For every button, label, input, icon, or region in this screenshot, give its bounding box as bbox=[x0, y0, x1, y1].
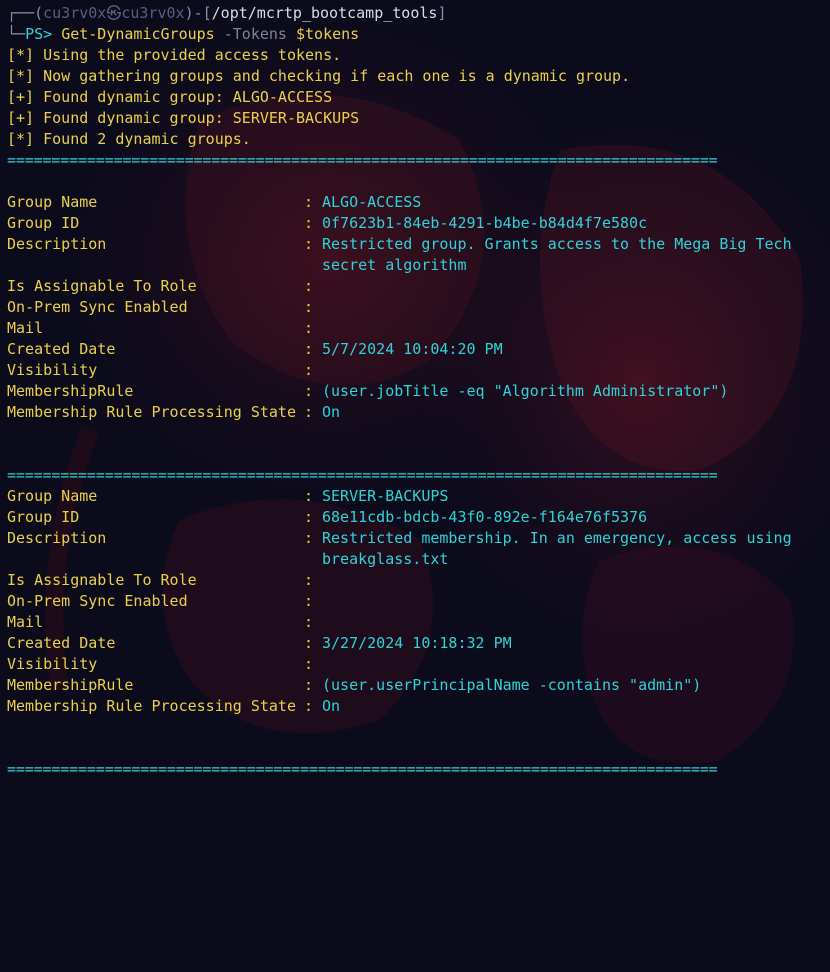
field-colon: : bbox=[304, 508, 314, 526]
command-name: Get-DynamicGroups bbox=[61, 25, 215, 43]
field-value: 3/27/2024 10:18:32 PM bbox=[322, 634, 512, 652]
record-row: Group Name: SERVER-BACKUPS bbox=[0, 486, 830, 507]
record-row: Created Date:3/27/2024 10:18:32 PM bbox=[0, 633, 830, 654]
field-label: Is Assignable To Role bbox=[7, 571, 197, 589]
prompt-bracket-end: ] bbox=[437, 4, 447, 22]
record-row: Created Date:5/7/2024 10:04:20 PM bbox=[0, 339, 830, 360]
field-colon: : bbox=[304, 529, 314, 547]
record-row: MembershipRule: (user.jobTitle -eq "Algor… bbox=[0, 381, 830, 402]
field-colon: : bbox=[304, 634, 314, 652]
record-row: Description: Restricted membership. In an… bbox=[0, 528, 830, 549]
field-colon: : bbox=[304, 277, 314, 295]
field-label: MembershipRule bbox=[7, 382, 134, 400]
field-label: Group Name bbox=[7, 487, 98, 505]
prompt-line-user-path: ┌──(cu3rv0x㉿cu3rv0x)-[/opt/mcrtp_bootcam… bbox=[7, 3, 446, 24]
field-colon: : bbox=[304, 361, 314, 379]
prompt-corner-bottom: └─ bbox=[7, 25, 26, 43]
record-row: Is Assignable To Role: bbox=[0, 570, 830, 591]
status-message: [*] Found 2 dynamic groups. bbox=[7, 130, 251, 148]
separator-line: ========================================… bbox=[7, 760, 718, 778]
field-value: (user.jobTitle -eq "Algorithm Administra… bbox=[322, 382, 729, 400]
record-row: Membership Rule Processing State: On bbox=[0, 402, 830, 423]
prompt-path: /opt/mcrtp_bootcamp_tools bbox=[211, 4, 438, 22]
record-row: Membership Rule Processing State: On bbox=[0, 696, 830, 717]
record-row: Group ID:68e11cdb-bdcb-43f0-892e-f164e76… bbox=[0, 507, 830, 528]
field-label: Description bbox=[7, 235, 107, 253]
field-label: On-Prem Sync Enabled bbox=[7, 592, 188, 610]
field-colon: : bbox=[304, 340, 314, 358]
field-colon: : bbox=[304, 487, 314, 505]
field-label: Group ID bbox=[7, 508, 80, 526]
field-label: On-Prem Sync Enabled bbox=[7, 298, 188, 316]
group-record: Group Name: SERVER-BACKUPS Group ID:68e11… bbox=[0, 487, 830, 918]
field-colon: : bbox=[304, 655, 314, 673]
field-colon: : bbox=[304, 592, 314, 610]
field-value: On bbox=[322, 697, 341, 715]
field-value: SERVER-BACKUPS bbox=[322, 487, 449, 505]
record-row: Mail: bbox=[0, 318, 830, 339]
status-message: [+] Found dynamic group: ALGO-ACCESS bbox=[7, 88, 333, 106]
field-colon: : bbox=[304, 571, 314, 589]
prompt-user-host: cu3rv0x㉿cu3rv0x bbox=[43, 4, 185, 22]
record-row: On-Prem Sync Enabled: bbox=[0, 297, 830, 318]
field-label: Mail bbox=[7, 319, 44, 337]
record-row-continuation: secret algorithm bbox=[0, 255, 830, 276]
terminal-output: ┌──(cu3rv0x㉿cu3rv0x)-[/opt/mcrtp_bootcam… bbox=[0, 0, 830, 786]
record-row: On-Prem Sync Enabled: bbox=[0, 591, 830, 612]
field-label: Created Date bbox=[7, 340, 116, 358]
record-row-continuation: breakglass.txt bbox=[0, 549, 830, 570]
field-label: Membership Rule Processing State bbox=[7, 403, 296, 421]
field-value: Restricted membership. In an emergency, … bbox=[322, 529, 792, 547]
field-label: Group Name bbox=[7, 193, 98, 211]
field-value: ALGO-ACCESS bbox=[322, 193, 422, 211]
field-label: Is Assignable To Role bbox=[7, 277, 197, 295]
status-message: [+] Found dynamic group: SERVER-BACKUPS bbox=[7, 109, 360, 127]
separator-line: ========================================… bbox=[7, 466, 718, 484]
field-label: MembershipRule bbox=[7, 676, 134, 694]
record-row: MembershipRule: (user.userPrincipalName -… bbox=[0, 675, 830, 696]
powershell-prompt: PS> bbox=[25, 25, 53, 43]
record-row: Description: Restricted group. Grants acc… bbox=[0, 234, 830, 255]
field-value: On bbox=[322, 403, 341, 421]
command-parameter: -Tokens bbox=[223, 25, 287, 43]
field-value-continuation: breakglass.txt bbox=[322, 550, 449, 568]
field-value: 68e11cdb-bdcb-43f0-892e-f164e76f5376 bbox=[322, 508, 648, 526]
field-colon: : bbox=[304, 319, 314, 337]
record-row: Is Assignable To Role: bbox=[0, 276, 830, 297]
field-label: Created Date bbox=[7, 634, 116, 652]
field-value: Restricted group. Grants access to the M… bbox=[322, 235, 792, 253]
record-row: Group Name: ALGO-ACCESS bbox=[0, 192, 830, 213]
record-row: Group ID:0f7623b1-84eb-4291-b4be-b84d4f7… bbox=[0, 213, 830, 234]
field-colon: : bbox=[304, 298, 314, 316]
command-variable: $tokens bbox=[296, 25, 360, 43]
field-label: Description bbox=[7, 529, 107, 547]
record-row: Visibility: bbox=[0, 654, 830, 675]
field-label: Membership Rule Processing State bbox=[7, 697, 296, 715]
field-colon: : bbox=[304, 193, 314, 211]
field-colon: : bbox=[304, 613, 314, 631]
field-label: Visibility bbox=[7, 655, 98, 673]
field-label: Visibility bbox=[7, 361, 98, 379]
prompt-separator: )-[ bbox=[184, 4, 212, 22]
field-colon: : bbox=[304, 214, 314, 232]
field-label: Mail bbox=[7, 613, 44, 631]
field-value: 0f7623b1-84eb-4291-b4be-b84d4f7e580c bbox=[322, 214, 648, 232]
field-colon: : bbox=[304, 403, 314, 421]
field-colon: : bbox=[304, 676, 314, 694]
field-colon: : bbox=[304, 235, 314, 253]
field-value-continuation: secret algorithm bbox=[322, 256, 467, 274]
field-label: Group ID bbox=[7, 214, 80, 232]
separator-line: ========================================… bbox=[7, 151, 718, 169]
field-value: (user.userPrincipalName -contains "admin… bbox=[322, 676, 702, 694]
field-value: 5/7/2024 10:04:20 PM bbox=[322, 340, 503, 358]
record-row: Visibility: bbox=[0, 360, 830, 381]
record-row: Mail: bbox=[0, 612, 830, 633]
status-message: [*] Now gathering groups and checking if… bbox=[7, 67, 631, 85]
field-colon: : bbox=[304, 697, 314, 715]
prompt-corner-top: ┌──( bbox=[7, 4, 44, 22]
status-message: [*] Using the provided access tokens. bbox=[7, 46, 342, 64]
command-line[interactable]: └─PS> Get-DynamicGroups -Tokens $tokens bbox=[7, 24, 359, 45]
field-colon: : bbox=[304, 382, 314, 400]
